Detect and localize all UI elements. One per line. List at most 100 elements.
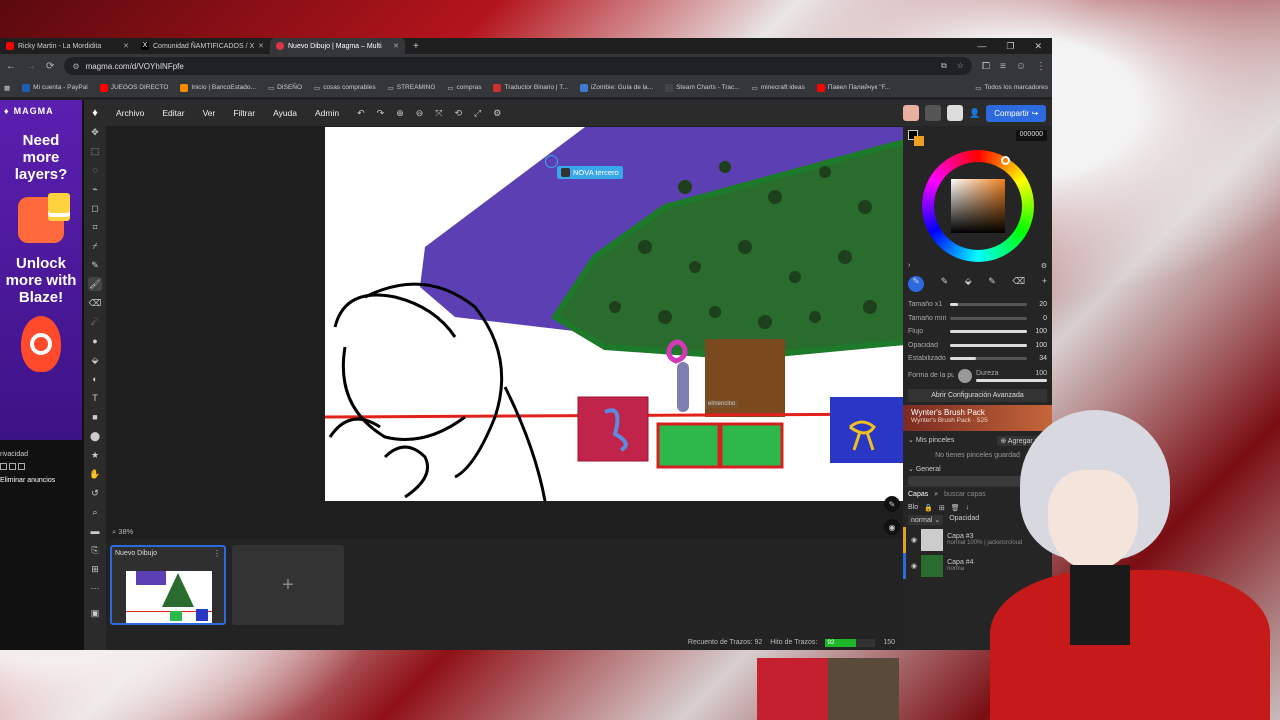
user-avatar[interactable] <box>903 105 919 121</box>
menu-editar[interactable]: Editar <box>162 108 184 118</box>
tab-youtube[interactable]: Ricky Martin - La Mordidita ✕ <box>0 38 135 54</box>
star-icon[interactable]: ☆ <box>957 61 964 71</box>
brush-icon[interactable]: 🖌 <box>88 277 102 291</box>
select-rect-icon[interactable]: ⬚ <box>88 144 102 158</box>
brush-preset-icon[interactable]: ✎ <box>941 276 949 292</box>
menu-ayuda[interactable]: Ayuda <box>273 108 297 118</box>
add-icon[interactable]: ⊞ <box>88 562 102 576</box>
back-icon[interactable]: ← <box>6 61 16 72</box>
profile-icon[interactable]: ☺ <box>1016 61 1026 72</box>
close-icon[interactable]: ✕ <box>123 42 129 50</box>
ellipse-shape-icon[interactable]: ⬤ <box>88 429 102 443</box>
zoom-tool-icon[interactable]: ⌕ <box>88 505 102 519</box>
bookmark-item[interactable]: Mi cuenta - PayPal <box>22 83 88 92</box>
tab-magma[interactable]: Nuevo Dibujo | Magma – Multi ✕ <box>270 38 405 54</box>
paste-icon[interactable]: ⎘ <box>88 543 102 557</box>
opacity-slider[interactable]: Opacidad 100 <box>903 339 1052 353</box>
redo-icon[interactable]: ↷ <box>377 108 385 119</box>
visibility-icon[interactable]: ◉ <box>911 562 917 570</box>
ad-option-icon[interactable] <box>9 463 16 470</box>
new-tab-button[interactable]: + <box>405 41 427 52</box>
hardness-block[interactable]: Dureza 100 <box>976 370 1047 382</box>
magma-home-icon[interactable]: ♦ <box>88 106 102 120</box>
add-preset-icon[interactable]: + <box>1042 276 1047 292</box>
color-swatch[interactable] <box>908 130 924 146</box>
hand-icon[interactable]: ✋ <box>88 467 102 481</box>
smudge-icon[interactable]: ☄ <box>88 315 102 329</box>
all-bookmarks[interactable]: ▭ Todos los marcadores <box>975 84 1048 92</box>
brush-preset-icon[interactable]: ✎ <box>908 276 924 292</box>
color-wheel[interactable] <box>921 150 1034 262</box>
text-tool-icon[interactable]: T <box>88 391 102 405</box>
color-hex-field[interactable]: 000000 <box>1015 130 1047 141</box>
menu-filtrar[interactable]: Filtrar <box>233 108 255 118</box>
select-pen-icon[interactable]: ⌁ <box>88 182 102 196</box>
thumbnail-menu-icon[interactable]: ⋮ <box>213 549 221 558</box>
menu-archivo[interactable]: Archivo <box>116 108 144 118</box>
fill-preset-icon[interactable]: ⬙ <box>965 276 972 292</box>
zoom-in-icon[interactable]: ⊕ <box>396 108 404 119</box>
extensions-icon[interactable]: ⧠ <box>982 61 990 72</box>
bookmark-item[interactable]: Traductor Binario | T... <box>493 83 568 92</box>
maximize-icon[interactable]: ❐ <box>1006 41 1014 52</box>
fullscreen-icon[interactable]: ⤢ <box>474 108 481 119</box>
chat-button[interactable]: ◉ <box>884 519 900 535</box>
visibility-icon[interactable]: ◉ <box>911 536 917 544</box>
share-button[interactable]: Compartir ↪ <box>986 104 1047 122</box>
close-icon[interactable]: ✕ <box>258 42 264 50</box>
min-size-slider[interactable]: Tamaño mínimo 0 <box>903 312 1052 326</box>
bookmark-item[interactable]: Steam Charts - Trac... <box>665 83 740 92</box>
url-field[interactable]: ⚙ magma.com/d/VOYhINFpfe ⧉ ☆ <box>64 57 972 75</box>
ad-option-icon[interactable] <box>18 463 25 470</box>
bookmark-folder[interactable]: ▭ STREAMING <box>388 84 436 92</box>
menu-ver[interactable]: Ver <box>203 108 216 118</box>
drawing-canvas[interactable]: NOVA tercero elmencino <box>325 127 903 501</box>
gear-icon[interactable]: ⚙ <box>1041 262 1047 270</box>
ad-banner[interactable]: ♦ MAGMA Need more layers? Unlock more wit… <box>0 100 82 440</box>
delete-layer-icon[interactable]: 🗑 <box>951 504 960 512</box>
brush-preset-icon[interactable]: ✎ <box>988 276 996 292</box>
blur-icon[interactable]: ● <box>88 334 102 348</box>
move-tool-icon[interactable]: ✥ <box>88 125 102 139</box>
user-avatar[interactable] <box>947 105 963 121</box>
bookmark-folder[interactable]: ▭ minecraft ideas <box>752 84 805 92</box>
close-icon[interactable]: ✕ <box>393 42 399 50</box>
menu-admin[interactable]: Admin <box>315 108 339 118</box>
menu-icon[interactable]: ⋮ <box>1036 61 1046 72</box>
lasso-icon[interactable]: ◌ <box>88 163 102 177</box>
chat-icon[interactable]: ▬ <box>88 524 102 538</box>
zoom-indicator[interactable]: ⌕ 38% <box>112 527 133 537</box>
add-layer-icon[interactable]: ⊞ <box>939 504 945 512</box>
stabilizer-slider[interactable]: Estabilizador 34 <box>903 352 1052 366</box>
site-info-icon[interactable]: ⚙ <box>72 62 79 71</box>
bookmark-folder[interactable]: ▭ compras <box>447 84 481 92</box>
hue-handle[interactable] <box>1000 156 1010 165</box>
layers-search-input[interactable]: buscar capas <box>944 491 986 498</box>
user-icon[interactable]: 👤 <box>969 108 980 119</box>
privacy-label[interactable]: rivacidad <box>0 451 28 458</box>
saturation-square[interactable] <box>950 179 1005 233</box>
filmstrip-icon[interactable]: ▣ <box>88 606 102 620</box>
rect-shape-icon[interactable]: ■ <box>88 410 102 424</box>
drawing-thumbnail[interactable]: Nuevo Dibujo ⋮ <box>110 545 226 625</box>
bookmark-folder[interactable]: ▭ DISEÑO <box>268 84 302 92</box>
my-brushes-toggle[interactable]: ⌄ Mis pinceles <box>908 436 954 446</box>
eyedropper-icon[interactable]: ⌿ <box>88 239 102 253</box>
expand-icon[interactable]: › <box>908 262 910 270</box>
bookmark-folder[interactable]: ▭ cosas comprables <box>314 84 376 92</box>
crop-icon[interactable]: ⌗ <box>88 220 102 234</box>
size-slider[interactable]: Tamaño x1 20 <box>903 298 1052 312</box>
minimize-icon[interactable]: — <box>977 41 986 52</box>
tab-x[interactable]: X Comunidad ÑAMTIFICADOS / X ✕ <box>135 38 270 54</box>
undo-icon[interactable]: ↶ <box>357 108 365 119</box>
flow-slider[interactable]: Flujo 100 <box>903 325 1052 339</box>
layers-tab[interactable]: Capas <box>908 491 928 498</box>
apps-icon[interactable]: ▦ <box>4 84 10 92</box>
pencil-icon[interactable]: ✎ <box>88 258 102 272</box>
settings-icon[interactable]: ⚙ <box>493 108 501 119</box>
pin-button[interactable]: ✎ <box>884 496 900 512</box>
brush-shape-icon[interactable] <box>958 368 972 383</box>
transform-icon[interactable]: ◻ <box>88 201 102 215</box>
fit-icon[interactable]: ⤧ <box>435 108 442 119</box>
bookmark-item[interactable]: Inicio | BancoEstado... <box>180 83 256 92</box>
